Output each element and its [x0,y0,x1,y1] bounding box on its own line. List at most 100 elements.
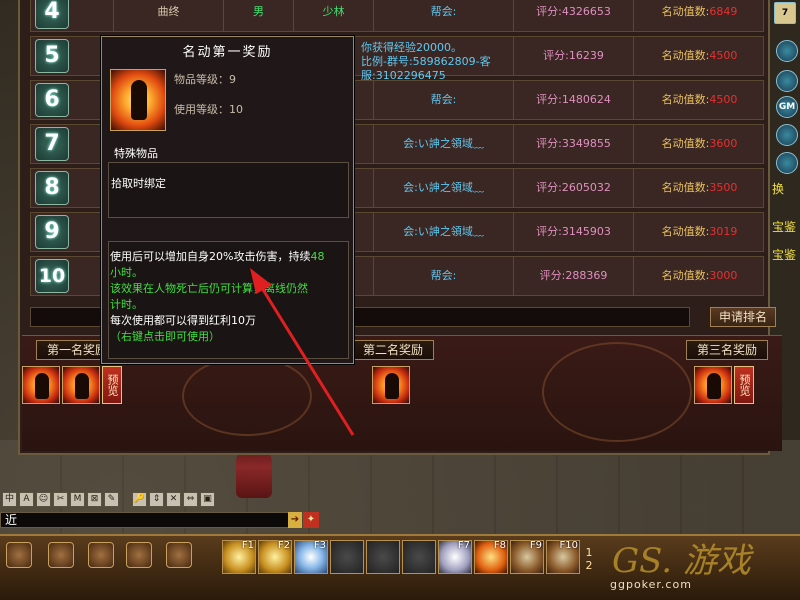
block-button[interactable]: ⊠ [87,492,102,507]
second-place-reward-label: 第二名奖励 [352,340,435,360]
system-menu-icon[interactable] [166,542,192,568]
chat-channel-label: 近 [5,513,18,527]
chat-panel-button[interactable]: ▣ [200,492,215,507]
action-bar-page[interactable]: 12 [582,546,596,572]
key-button[interactable]: 🔑 [132,492,147,507]
player-score: 评分:288369 [513,257,633,295]
hotkey-label: F10 [559,540,578,551]
player-score: 评分:2605032 [513,169,633,207]
skill-slot-f5[interactable] [366,540,400,574]
tooltip-use-level: 使用等级：10 [174,103,243,116]
inventory-menu-icon[interactable] [48,542,74,568]
tooltip-item-icon [110,69,166,131]
rank-number: 4 [35,0,69,29]
side-text-baojian-1[interactable]: 宝鉴 [772,218,796,235]
font-button[interactable]: A [19,492,34,507]
dragon-ornament [182,356,312,436]
player-fame: 名动值数:3500 [633,169,765,207]
tooltip-desc-line-4: 计时。 [110,298,143,311]
side-text-huan: 换 [772,182,785,196]
skill-slot-f7[interactable]: F7 [438,540,472,574]
fame-label: 名动值数: [661,137,710,150]
skill-slot-f3[interactable]: F3 [294,540,328,574]
item-figure [385,373,399,399]
tooltip-bind-box: 拾取时绑定 [108,162,349,218]
item-figure [707,373,721,399]
chat-send-button[interactable]: ➔ [288,512,302,528]
player-guild: 帮会: [373,81,513,119]
first-reward-item-1[interactable] [22,366,60,404]
bottom-action-bar: F1 F2 F3 F7 F8 F9 F10 12 GS. 游戏 ggpoker.… [0,534,800,600]
tooltip-item-level: 物品等级：9 [174,73,236,86]
fame-value: 3600 [709,137,738,150]
character-menu-icon[interactable] [6,542,32,568]
edit-button[interactable]: ✎ [104,492,119,507]
top-right-counter: 7 [774,2,796,24]
apply-rank-button[interactable]: 申请排名 [710,307,776,327]
tooltip-desc-line-1-text: 使用后可以增加自身20%攻击伤害，持续 [110,250,311,263]
player-guild: 会:い訷之領域﹏ [373,125,513,163]
player-fame: 名动值数:4500 [633,37,765,75]
tooltip-title: 名动第一奖励 [182,45,273,60]
player-school: 少林 [293,0,373,31]
gm-icon[interactable]: GM [776,96,798,118]
mail-button[interactable]: M [70,492,85,507]
tooltip-desc-line-6: （右键点击即可使用） [110,330,220,343]
third-preview-button[interactable]: 预览 [734,366,754,404]
skill-slot-f8[interactable]: F8 [474,540,508,574]
skill-slot-f1[interactable]: F1 [222,540,256,574]
item-figure [35,373,49,399]
quest-menu-icon[interactable] [126,542,152,568]
player-fame: 名动值数:3019 [633,213,765,251]
hotkey-label: F2 [277,540,290,551]
tooltip-desc-line-2: 小时。 [110,266,143,279]
rank-number: 10 [35,259,69,293]
logo-watermark: ggpoker.com [610,578,692,591]
tooltip-desc-line-1: 使用后可以增加自身20%攻击伤害，持续48 [110,249,350,265]
hotkey-label: F1 [241,540,254,551]
side-text-baojian-2[interactable]: 宝鉴 [772,246,796,263]
second-reward-item[interactable] [372,366,410,404]
fame-label: 名动值数: [661,5,710,18]
mail-icon[interactable] [776,124,798,146]
third-reward-item[interactable] [694,366,732,404]
player-fame: 名动值数:3000 [633,257,765,295]
map-icon[interactable] [776,40,798,62]
resize-vertical-button[interactable]: ⇕ [149,492,164,507]
skill-slot-f9[interactable]: F9 [510,540,544,574]
skills-menu-icon[interactable] [88,542,114,568]
fame-value: 3000 [709,269,738,282]
tooltip-bind: 拾取时绑定 [111,177,166,190]
player-score: 评分:1480624 [513,81,633,119]
compass-icon[interactable] [776,70,798,92]
help-icon[interactable] [776,152,798,174]
rank-row-4[interactable]: 4 曲终 男 少林 帮会: 评分:4326653 名动值数:6849 [30,0,764,32]
player-guild: 会:い訷之領域﹏ [373,213,513,251]
hotkey-label: F7 [457,540,470,551]
chat-emote-button[interactable]: ✦ [303,512,319,528]
fame-label: 名动值数: [661,225,710,238]
skill-slot-f10[interactable]: F10 [546,540,580,574]
chat-input[interactable]: 近 [0,512,290,528]
hotkey-label: F8 [493,540,506,551]
close-chat-button[interactable]: ✕ [166,492,181,507]
player-fame: 名动值数:4500 [633,81,765,119]
item-figure [75,373,89,399]
skill-slot-f4[interactable] [330,540,364,574]
cut-button[interactable]: ✂ [53,492,68,507]
first-reward-item-2[interactable] [62,366,100,404]
rank-number: 7 [35,127,69,161]
skill-slot-f2[interactable]: F2 [258,540,292,574]
player-fame: 名动值数:6849 [633,0,765,31]
player-gender: 男 [223,0,293,31]
first-preview-button[interactable]: 预览 [102,366,122,404]
skill-slot-f6[interactable] [402,540,436,574]
resize-horizontal-button[interactable]: ⇔ [183,492,198,507]
fame-value: 6849 [709,5,738,18]
channel-toggle-button[interactable]: 中 [2,492,17,507]
emote-button[interactable]: ☺ [36,492,51,507]
phoenix-ornament [542,342,692,442]
fame-label: 名动值数: [661,93,710,106]
hotkey-label: F3 [313,540,326,551]
third-place-reward-label: 第三名奖励 [686,340,769,360]
